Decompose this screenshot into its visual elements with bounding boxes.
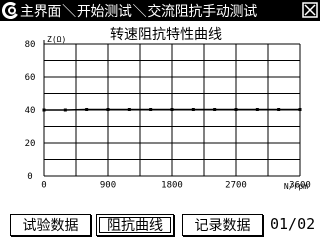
x-tick-label: 900	[100, 181, 116, 191]
page-indicator: 01/02	[270, 215, 316, 233]
impedance-chart: 0 900 1800 2700 3600020406080	[25, 40, 311, 191]
y-tick-label: 0	[27, 172, 32, 182]
data-point	[277, 108, 281, 112]
data-point	[127, 108, 131, 112]
y-tick-label: 40	[25, 106, 36, 116]
x-tick-label: 0	[41, 181, 46, 191]
data-point	[191, 108, 195, 112]
data-point	[42, 108, 46, 112]
data-point	[106, 108, 110, 112]
y-tick-label: 60	[25, 73, 36, 83]
y-tick-label: 20	[25, 139, 36, 149]
data-point	[255, 108, 259, 112]
data-point	[213, 108, 217, 112]
data-point	[170, 108, 174, 112]
impedance-curve-button[interactable]: 阻抗曲线	[96, 214, 174, 236]
x-tick-label: 1800	[161, 181, 183, 191]
data-point	[298, 108, 302, 112]
data-point	[234, 108, 238, 112]
test-data-button[interactable]: 试验数据	[10, 214, 91, 236]
y-tick-label: 80	[25, 40, 36, 50]
data-point	[85, 108, 89, 112]
data-point	[63, 108, 67, 112]
data-point	[149, 108, 153, 112]
record-data-button[interactable]: 记录数据	[182, 214, 263, 236]
x-tick-label: 2700	[225, 181, 247, 191]
x-axis-unit: N/rpm	[283, 182, 308, 191]
